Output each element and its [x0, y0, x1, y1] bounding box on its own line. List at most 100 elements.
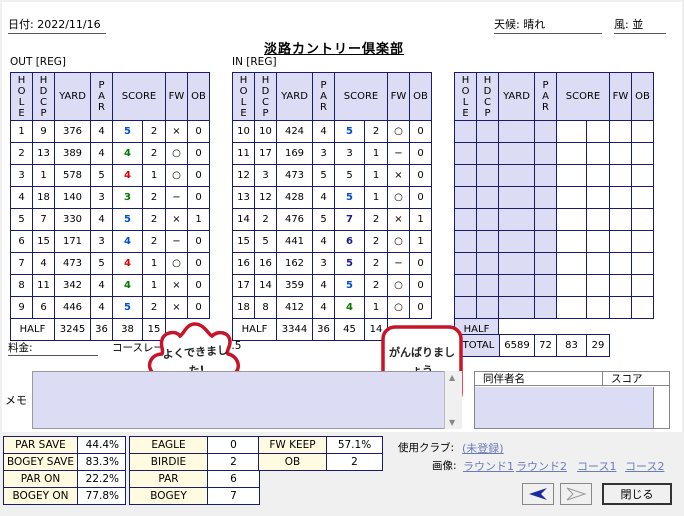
empty-cell — [476, 208, 499, 231]
image-course2-link[interactable]: コース2 — [625, 458, 664, 474]
half-score: 45 — [334, 318, 365, 341]
yard-header-text: YARD — [59, 91, 86, 102]
empty-cell — [631, 274, 654, 297]
companion-rows[interactable] — [475, 387, 653, 428]
empty-cell — [586, 230, 610, 253]
yard-header: YARD — [276, 72, 313, 121]
stat-value: 6 — [207, 470, 260, 488]
companion-name-header[interactable]: 同伴者名 — [475, 372, 603, 385]
par: 4 — [90, 120, 113, 143]
companion-score-header[interactable]: スコア — [603, 372, 643, 385]
yard: 473 — [54, 252, 91, 275]
yard-header: YARD — [498, 72, 535, 121]
yard: 330 — [54, 208, 91, 231]
hole-header: HOLE — [232, 72, 255, 121]
image-course1-link[interactable]: コース1 — [577, 458, 616, 474]
empty-cell — [631, 142, 654, 165]
fairway: × — [387, 164, 410, 187]
empty-row — [454, 164, 654, 187]
close-button[interactable]: 閉じる — [602, 483, 672, 505]
total-score-table: HOLE HDCP YARD PAR SCORE FW OB HALF — [454, 72, 654, 341]
hole-number: 13 — [232, 186, 255, 209]
empty-cell — [586, 208, 610, 231]
image-round2-link[interactable]: ラウンド2 — [516, 458, 567, 474]
fairway: × — [165, 208, 188, 231]
stat-value: 57.1% — [326, 436, 383, 454]
hdcp: 18 — [32, 186, 55, 209]
empty-cell — [498, 252, 535, 275]
next-arrow-icon — [566, 487, 587, 501]
fairway: ○ — [165, 164, 188, 187]
in-label: IN [REG] — [232, 56, 277, 68]
empty-row — [454, 142, 654, 165]
par: 5 — [90, 252, 113, 275]
hole-number: 2 — [10, 142, 33, 165]
empty-row — [454, 186, 654, 209]
stat-label: OB — [258, 453, 327, 471]
stat-label: BOGEY — [129, 487, 208, 505]
next-button[interactable] — [560, 483, 592, 505]
hole-header-text: HOLE — [461, 74, 470, 119]
stat-value: 0 — [207, 436, 260, 454]
empty-cell — [586, 186, 610, 209]
empty-row — [454, 274, 654, 297]
empty-row — [454, 296, 654, 319]
hole-number: 5 — [10, 208, 33, 231]
hole-number: 7 — [10, 252, 33, 275]
ob-header: OB — [187, 72, 210, 121]
score: 4 — [334, 296, 365, 319]
companion-list[interactable]: 同伴者名 スコア — [474, 371, 670, 429]
wind: 風: 並 — [614, 16, 666, 34]
ob-count: 0 — [409, 120, 432, 143]
yard: 578 — [54, 164, 91, 187]
hdcp: 15 — [32, 230, 55, 253]
score: 5 — [334, 274, 365, 297]
fairway: ○ — [387, 186, 410, 209]
par: 4 — [90, 296, 113, 319]
fairway: × — [165, 296, 188, 319]
empty-cell — [556, 230, 587, 253]
hdcp: 6 — [32, 296, 55, 319]
hole-row: 9 6 446 4 5 2 × 0 — [10, 296, 210, 319]
hdcp: 4 — [32, 252, 55, 275]
ob-count: 1 — [187, 208, 210, 231]
companion-scrollbar[interactable] — [653, 387, 669, 428]
ob-header: OB — [409, 72, 432, 121]
empty-cell — [534, 208, 557, 231]
hole-number: 16 — [232, 252, 255, 275]
empty-cell — [534, 296, 557, 319]
hole-number: 6 — [10, 230, 33, 253]
half-yard: 3245 — [54, 318, 91, 341]
scroll-down-icon[interactable]: ▼ — [449, 418, 455, 427]
par: 3 — [90, 230, 113, 253]
empty-cell — [476, 120, 499, 143]
empty-cell — [609, 252, 632, 275]
stat-label: FW KEEP — [258, 436, 327, 454]
score: 5 — [112, 208, 143, 231]
hole-row: 5 7 330 4 5 2 × 1 — [10, 208, 210, 231]
putts: 2 — [142, 142, 166, 165]
clubs-label: 使用クラブ: — [398, 442, 455, 454]
hole-number: 9 — [10, 296, 33, 319]
empty-cell — [609, 296, 632, 319]
prev-button[interactable] — [522, 483, 554, 505]
scroll-up-icon[interactable]: ▲ — [449, 373, 455, 382]
yard: 476 — [276, 208, 313, 231]
image-round1-link[interactable]: ラウンド1 — [463, 458, 514, 474]
fairway: × — [165, 120, 188, 143]
yard-header-text: YARD — [503, 91, 530, 102]
score: 6 — [334, 230, 365, 253]
round-date: 日付: 2022/11/16 — [8, 16, 106, 34]
putts: 2 — [142, 230, 166, 253]
memo-scrollbar[interactable]: ▲ ▼ — [444, 371, 462, 429]
hole-row: 14 2 476 5 7 2 × 1 — [232, 208, 432, 231]
stat-label: PAR SAVE — [3, 436, 78, 454]
clubs-link[interactable]: (未登録) — [462, 440, 504, 456]
fee-label: 料金: — [8, 340, 98, 356]
fairway: ○ — [387, 274, 410, 297]
empty-cell — [556, 296, 587, 319]
out-label: OUT [REG] — [10, 56, 66, 68]
memo-label: メモ — [5, 394, 27, 407]
hdcp: 10 — [254, 120, 277, 143]
memo-field[interactable] — [32, 371, 462, 429]
